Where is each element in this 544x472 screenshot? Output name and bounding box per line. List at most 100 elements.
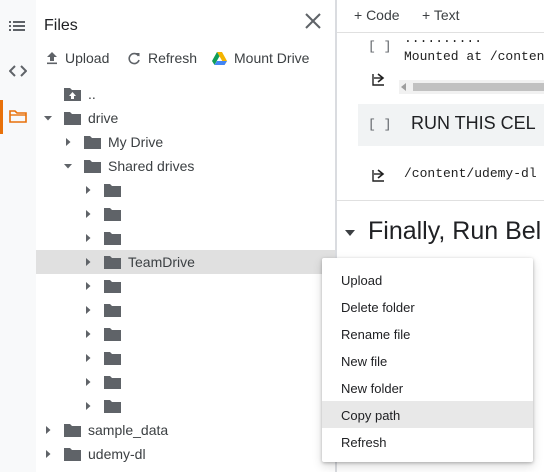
- notebook-toolbar: + Code + Text: [337, 0, 544, 30]
- folder-icon: [104, 232, 121, 245]
- tree-item-label: udemy-dl: [88, 446, 146, 462]
- tree-item-team-drive[interactable]: TeamDrive: [36, 250, 335, 274]
- output-icon: [372, 169, 385, 182]
- add-code-button[interactable]: + Code: [354, 7, 400, 23]
- upload-button[interactable]: Upload: [46, 48, 109, 68]
- refresh-icon: [128, 52, 140, 64]
- section-heading: Finally, Run Bel: [368, 217, 542, 245]
- folder-icon: [64, 112, 81, 125]
- menu-item-label: New file: [341, 354, 388, 369]
- tree-item-sample-data[interactable]: sample_data: [36, 418, 335, 442]
- table-of-contents-button[interactable]: [0, 10, 36, 44]
- folder-icon: [104, 328, 121, 341]
- chevron-right-icon[interactable]: [83, 209, 93, 219]
- menu-item-label: New folder: [341, 381, 404, 396]
- mount-drive-button[interactable]: Mount Drive: [212, 48, 309, 68]
- chevron-right-icon[interactable]: [83, 329, 93, 339]
- chevron-down-icon[interactable]: [63, 161, 73, 171]
- tree-item-shared-drives[interactable]: Shared drives: [36, 154, 335, 178]
- chevron-right-icon[interactable]: [83, 353, 93, 363]
- menu-item-refresh[interactable]: Refresh: [322, 428, 533, 455]
- cell-output-text: Mounted at /conten: [404, 49, 544, 64]
- menu-item-delete-folder[interactable]: Delete folder: [322, 293, 533, 320]
- chevron-right-icon[interactable]: [83, 401, 93, 411]
- folder-up-icon: [64, 88, 81, 101]
- menu-item-label: Delete folder: [341, 300, 415, 315]
- chevron-right-icon[interactable]: [83, 305, 93, 315]
- menu-item-label: Rename file: [341, 327, 411, 342]
- panel-title: Files: [44, 17, 78, 34]
- chevron-right-icon[interactable]: [43, 449, 53, 459]
- cell-dots: ..........: [404, 31, 483, 46]
- menu-item-label: Refresh: [341, 435, 387, 450]
- chevron-right-icon[interactable]: [83, 281, 93, 291]
- tree-item-shared-drive[interactable]: [36, 178, 335, 202]
- chevron-right-icon[interactable]: [63, 137, 73, 147]
- folder-icon: [104, 280, 121, 293]
- menu-item-copy-path[interactable]: Copy path: [322, 401, 533, 428]
- chevron-right-icon[interactable]: [83, 377, 93, 387]
- folder-icon: [104, 376, 121, 389]
- tree-item-shared-drive[interactable]: [36, 370, 335, 394]
- folder-icon: [84, 136, 101, 149]
- output-icon: [372, 73, 385, 86]
- menu-item-new-folder[interactable]: New folder: [322, 374, 533, 401]
- files-panel: Files Upload Refresh Mount Drive .. driv…: [36, 0, 335, 472]
- mount-drive-label: Mount Drive: [234, 50, 310, 66]
- chevron-right-icon[interactable]: [83, 185, 93, 195]
- tree-item-label: ..: [88, 86, 96, 102]
- list-icon: [9, 21, 25, 31]
- tree-item-shared-drive[interactable]: [36, 346, 335, 370]
- folder-icon: [104, 304, 121, 317]
- tree-item-label: sample_data: [88, 422, 169, 438]
- code-icon: [9, 65, 27, 77]
- collapse-section-icon[interactable]: [344, 229, 356, 238]
- tree-item-shared-drive[interactable]: [36, 322, 335, 346]
- tree-item-parent[interactable]: ..: [36, 82, 335, 106]
- cell-output-path: /content/udemy-dl: [404, 166, 537, 181]
- folder-icon: [104, 208, 121, 221]
- scrollbar-thumb[interactable]: [413, 83, 544, 91]
- menu-item-upload[interactable]: Upload: [322, 266, 533, 293]
- folder-icon: [104, 352, 121, 365]
- folder-icon: [64, 448, 81, 461]
- scroll-left-icon[interactable]: [401, 83, 407, 91]
- menu-item-label: Copy path: [341, 408, 401, 423]
- refresh-label: Refresh: [148, 50, 198, 66]
- folder-icon: [104, 256, 121, 269]
- tree-item-label: My Drive: [108, 134, 164, 150]
- tree-item-shared-drive[interactable]: [36, 226, 335, 250]
- menu-item-new-file[interactable]: New file: [322, 347, 533, 374]
- tree-item-drive[interactable]: drive: [36, 106, 335, 130]
- text-cell-content: RUN THIS CEL: [411, 113, 536, 133]
- folder-outline-icon: [9, 110, 27, 123]
- tree-item-my-drive[interactable]: My Drive: [36, 130, 335, 154]
- chevron-right-icon[interactable]: [83, 233, 93, 243]
- tree-item-label: drive: [88, 110, 119, 126]
- output-scrollbar[interactable]: [399, 80, 544, 94]
- code-snippets-button[interactable]: [0, 55, 36, 89]
- files-button[interactable]: [0, 100, 36, 134]
- run-cell-button[interactable]: [ ]: [368, 39, 391, 54]
- tree-item-label: Shared drives: [108, 158, 195, 174]
- google-drive-icon: [212, 51, 227, 65]
- tree-item-shared-drive[interactable]: [36, 394, 335, 418]
- menu-item-rename-file[interactable]: Rename file: [322, 320, 533, 347]
- tree-item-shared-drive[interactable]: [36, 298, 335, 322]
- add-text-button[interactable]: + Text: [422, 7, 460, 23]
- tree-item-shared-drive[interactable]: [36, 202, 335, 226]
- refresh-button[interactable]: Refresh: [128, 48, 197, 68]
- context-menu: Upload Delete folder Rename file New fil…: [322, 258, 533, 462]
- section-divider: [337, 200, 544, 201]
- upload-label: Upload: [65, 50, 110, 66]
- tree-item-udemy-dl[interactable]: udemy-dl: [36, 442, 335, 466]
- tree-item-shared-drive[interactable]: [36, 274, 335, 298]
- chevron-down-icon[interactable]: [43, 113, 53, 123]
- folder-icon: [84, 160, 101, 173]
- menu-item-label: Upload: [341, 273, 383, 288]
- folder-icon: [104, 184, 121, 197]
- chevron-right-icon[interactable]: [83, 257, 93, 267]
- close-icon[interactable]: [302, 10, 324, 32]
- tree-item-label: TeamDrive: [128, 254, 195, 270]
- chevron-right-icon[interactable]: [43, 425, 53, 435]
